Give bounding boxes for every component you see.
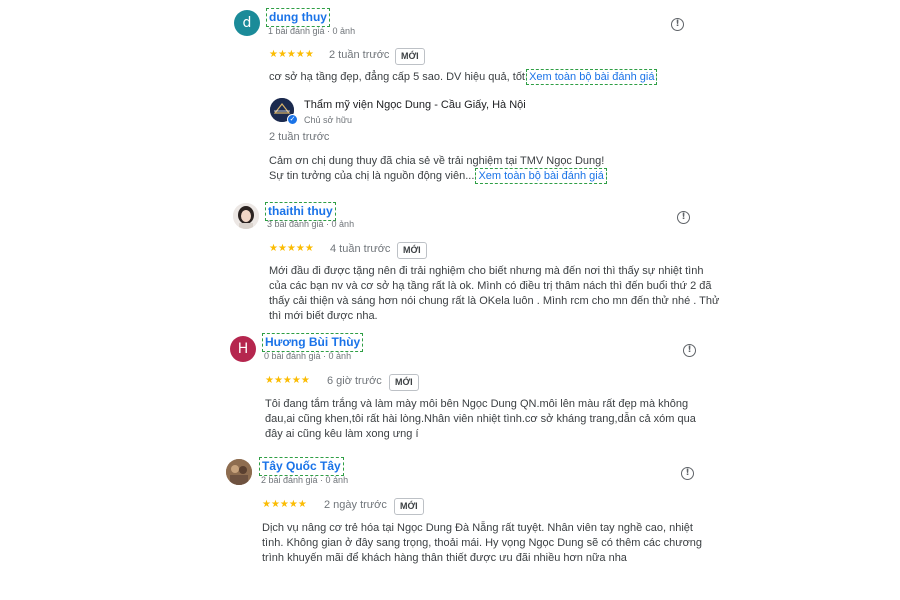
review-text-line: Tôi đang tắm trắng và làm mày môi bên Ng…: [265, 398, 689, 410]
review-text: cơ sở hạ tầng đẹp, đẳng cấp 5 sao. DV hi…: [269, 69, 658, 85]
report-flag-icon[interactable]: !: [681, 467, 694, 480]
review-text-line: đây ai cũng kêu làm xong ưng í: [265, 428, 419, 440]
reviewer-name[interactable]: Hương Bùi Thùy: [261, 333, 364, 352]
reviewer-avatar[interactable]: d: [234, 10, 260, 36]
report-flag-icon[interactable]: !: [677, 211, 690, 224]
reviewer-avatar[interactable]: [233, 203, 259, 229]
review-time: 2 ngày trước: [324, 499, 387, 511]
reviewer-meta: 1 bài đánh giá · 0 ảnh: [268, 26, 356, 36]
new-badge: MỚI: [395, 48, 425, 65]
owner-reply-line: Cảm ơn chị dung thuy đã chia sẻ về trải …: [269, 155, 605, 167]
reviewer-meta: 0 bài đánh giá · 0 ảnh: [264, 351, 352, 361]
review-time: 2 tuần trước: [329, 49, 390, 61]
owner-reply-time: 2 tuần trước: [269, 131, 330, 143]
reviewer-avatar[interactable]: H: [230, 336, 256, 362]
see-full-review-link[interactable]: Xem toàn bộ bài đánh giá: [526, 69, 658, 85]
review-text: Dịch vụ nâng cơ trẻ hóa tại Ngọc Dung Đà…: [262, 521, 702, 566]
new-badge: MỚI: [394, 498, 424, 515]
report-flag-icon[interactable]: !: [671, 18, 684, 31]
review-time: 4 tuần trước: [330, 243, 391, 255]
verified-check-icon: ✓: [287, 114, 298, 125]
new-badge: MỚI: [389, 374, 419, 391]
reviewer-name[interactable]: Tây Quốc Tây: [259, 457, 344, 476]
rating-stars: ★★★★★: [262, 499, 307, 510]
owner-reply-line: Sự tin tưởng của chị là nguồn động viên.…: [269, 168, 607, 184]
reviewer-meta: 2 bài đánh giá · 0 ảnh: [261, 475, 349, 485]
review-text-line: thấy cải thiện và sáng hơn nói chung rất…: [269, 295, 720, 307]
review-text-line: đau,ai cũng khen,tôi rất hài lòng.Nhân v…: [265, 413, 696, 425]
review-text-line: của các bạn nv và cơ sở hạ tầng rất là o…: [269, 280, 712, 292]
review-text-line: thì mới biết được nha.: [269, 310, 378, 322]
reviewer-name[interactable]: dung thuy: [266, 8, 330, 27]
owner-reply-text: Cảm ơn chị dung thuy đã chia sẻ về trải …: [269, 154, 607, 184]
review-time: 6 giờ trước: [327, 375, 382, 387]
review-text: Tôi đang tắm trắng và làm mày môi bên Ng…: [265, 397, 696, 442]
reviewer-meta: 3 bài đánh giá · 0 ảnh: [267, 219, 355, 229]
rating-stars: ★★★★★: [269, 243, 314, 254]
rating-stars: ★★★★★: [269, 49, 314, 60]
review-text: Mới đầu đi được tặng nên đi trải nghiệm …: [269, 264, 719, 324]
see-full-reply-link[interactable]: Xem toàn bộ bài đánh giá: [475, 168, 607, 184]
rating-stars: ★★★★★: [265, 375, 310, 386]
owner-reply-line-text: Sự tin tưởng của chị là nguồn động viên.…: [269, 170, 475, 182]
reviewer-name[interactable]: thaithi thuy: [265, 202, 336, 221]
new-badge: MỚI: [397, 242, 427, 259]
report-flag-icon[interactable]: !: [683, 344, 696, 357]
review-text-line: tình. Không gian ở đây sang trọng, thoải…: [262, 537, 703, 549]
review-text-line: Mới đầu đi được tặng nên đi trải nghiệm …: [269, 265, 704, 277]
review-text-line: trình khuyến mãi để khách hàng thân thiế…: [262, 552, 627, 564]
reviewer-avatar[interactable]: [226, 459, 252, 485]
review-text-line: Dịch vụ nâng cơ trẻ hóa tại Ngọc Dung Đà…: [262, 522, 693, 534]
review-text-body: cơ sở hạ tầng đẹp, đẳng cấp 5 sao. DV hi…: [269, 71, 525, 83]
owner-name[interactable]: Thẩm mỹ viện Ngọc Dung - Cầu Giấy, Hà Nộ…: [304, 99, 526, 111]
owner-role: Chủ sở hữu: [304, 115, 352, 125]
